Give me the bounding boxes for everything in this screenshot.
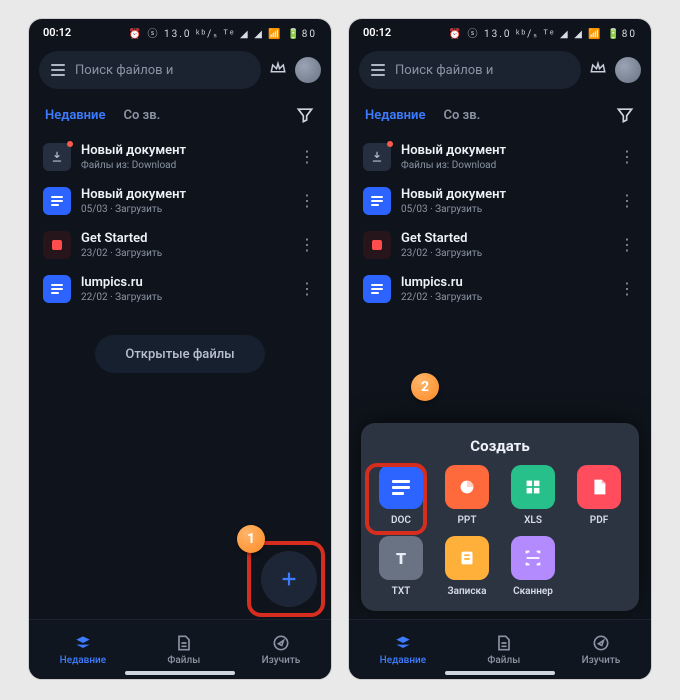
more-icon[interactable] bbox=[617, 284, 637, 294]
file-getstarted-icon bbox=[363, 231, 391, 259]
nav-files[interactable]: Файлы bbox=[487, 633, 520, 666]
more-icon[interactable] bbox=[297, 240, 317, 250]
list-item[interactable]: Новый документ05/03 · Загрузить bbox=[35, 179, 325, 223]
tab-starred[interactable]: Со зв. bbox=[443, 108, 480, 123]
filter-icon[interactable] bbox=[615, 105, 635, 125]
note-icon bbox=[445, 536, 489, 580]
bottom-nav: Недавние Файлы Изучить bbox=[29, 619, 331, 679]
file-doc-icon bbox=[43, 275, 71, 303]
create-txt-button[interactable]: T TXT bbox=[371, 536, 431, 597]
create-ppt-button[interactable]: PPT bbox=[437, 465, 497, 526]
nav-explore[interactable]: Изучить bbox=[262, 633, 301, 666]
scan-icon bbox=[511, 536, 555, 580]
xls-icon bbox=[511, 465, 555, 509]
txt-icon: T bbox=[379, 536, 423, 580]
file-list: Новый документФайлы из: Download Новый д… bbox=[349, 133, 651, 313]
file-getstarted-icon bbox=[43, 231, 71, 259]
create-xls-button[interactable]: XLS bbox=[503, 465, 563, 526]
create-note-button[interactable]: Записка bbox=[437, 536, 497, 597]
home-indicator bbox=[125, 671, 235, 675]
search-placeholder: Поиск файлов и bbox=[395, 63, 493, 78]
status-bar: 00:12 ⏰ ⓢ 13.0 ᵏᵇ/ₛ ᵀᵉ ◢ ◢ 📶 🔋80 bbox=[349, 19, 651, 45]
create-doc-button[interactable]: DOC bbox=[371, 465, 431, 526]
list-item[interactable]: lumpics.ru22/02 · Загрузить bbox=[355, 267, 645, 311]
nav-recent[interactable]: Недавние bbox=[380, 633, 426, 666]
list-item[interactable]: Новый документФайлы из: Download bbox=[35, 135, 325, 179]
nav-files[interactable]: Файлы bbox=[167, 633, 200, 666]
status-time: 00:12 bbox=[43, 26, 71, 39]
create-scan-button[interactable]: Сканнер bbox=[503, 536, 563, 597]
status-time: 00:12 bbox=[363, 26, 391, 39]
file-doc-icon bbox=[363, 187, 391, 215]
more-icon[interactable] bbox=[617, 240, 637, 250]
list-item[interactable]: lumpics.ru22/02 · Загрузить bbox=[35, 267, 325, 311]
more-icon[interactable] bbox=[297, 152, 317, 162]
create-pdf-button[interactable]: PDF bbox=[569, 465, 629, 526]
file-doc-icon bbox=[43, 187, 71, 215]
tab-recent[interactable]: Недавние bbox=[45, 108, 105, 123]
home-indicator bbox=[445, 671, 555, 675]
search-input[interactable]: Поиск файлов и bbox=[359, 51, 581, 89]
fab-add-button[interactable] bbox=[261, 551, 317, 607]
more-icon[interactable] bbox=[617, 196, 637, 206]
file-list: Новый документФайлы из: Download Новый д… bbox=[29, 133, 331, 313]
search-placeholder: Поиск файлов и bbox=[75, 63, 173, 78]
list-item[interactable]: Новый документФайлы из: Download bbox=[355, 135, 645, 179]
create-panel: Создать DOC PPT XLS PDF bbox=[361, 423, 639, 611]
more-icon[interactable] bbox=[617, 152, 637, 162]
more-icon[interactable] bbox=[297, 196, 317, 206]
doc-icon bbox=[379, 465, 423, 509]
callout-1: 1 bbox=[237, 525, 265, 553]
pdf-icon bbox=[577, 465, 621, 509]
nav-recent[interactable]: Недавние bbox=[60, 633, 106, 666]
list-item[interactable]: Get Started23/02 · Загрузить bbox=[35, 223, 325, 267]
ppt-icon bbox=[445, 465, 489, 509]
phone-screenshot-left: 00:12 ⏰ ⓢ 13.0 ᵏᵇ/ₛ ᵀᵉ ◢ ◢ 📶 🔋80 Поиск ф… bbox=[28, 18, 332, 680]
file-download-icon bbox=[363, 143, 391, 171]
list-item[interactable]: Get Started23/02 · Загрузить bbox=[355, 223, 645, 267]
list-item[interactable]: Новый документ05/03 · Загрузить bbox=[355, 179, 645, 223]
bottom-nav: Недавние Файлы Изучить bbox=[349, 619, 651, 679]
open-files-button[interactable]: Открытые файлы bbox=[95, 335, 265, 373]
tab-recent[interactable]: Недавние bbox=[365, 108, 425, 123]
avatar[interactable] bbox=[615, 57, 641, 83]
crown-icon[interactable] bbox=[589, 59, 607, 81]
crown-icon[interactable] bbox=[269, 59, 287, 81]
nav-explore[interactable]: Изучить bbox=[582, 633, 621, 666]
create-panel-title: Создать bbox=[371, 437, 629, 455]
file-download-icon bbox=[43, 143, 71, 171]
callout-2: 2 bbox=[411, 373, 439, 401]
file-doc-icon bbox=[363, 275, 391, 303]
more-icon[interactable] bbox=[297, 284, 317, 294]
tab-starred[interactable]: Со зв. bbox=[123, 108, 160, 123]
search-input[interactable]: Поиск файлов и bbox=[39, 51, 261, 89]
filter-icon[interactable] bbox=[295, 105, 315, 125]
status-icons: ⏰ ⓢ 13.0 ᵏᵇ/ₛ ᵀᵉ ◢ ◢ 📶 🔋80 bbox=[129, 25, 317, 40]
avatar[interactable] bbox=[295, 57, 321, 83]
menu-icon[interactable] bbox=[371, 64, 385, 76]
phone-screenshot-right: 00:12 ⏰ ⓢ 13.0 ᵏᵇ/ₛ ᵀᵉ ◢ ◢ 📶 🔋80 Поиск ф… bbox=[348, 18, 652, 680]
status-bar: 00:12 ⏰ ⓢ 13.0 ᵏᵇ/ₛ ᵀᵉ ◢ ◢ 📶 🔋80 bbox=[29, 19, 331, 45]
menu-icon[interactable] bbox=[51, 64, 65, 76]
status-icons: ⏰ ⓢ 13.0 ᵏᵇ/ₛ ᵀᵉ ◢ ◢ 📶 🔋80 bbox=[449, 25, 637, 40]
